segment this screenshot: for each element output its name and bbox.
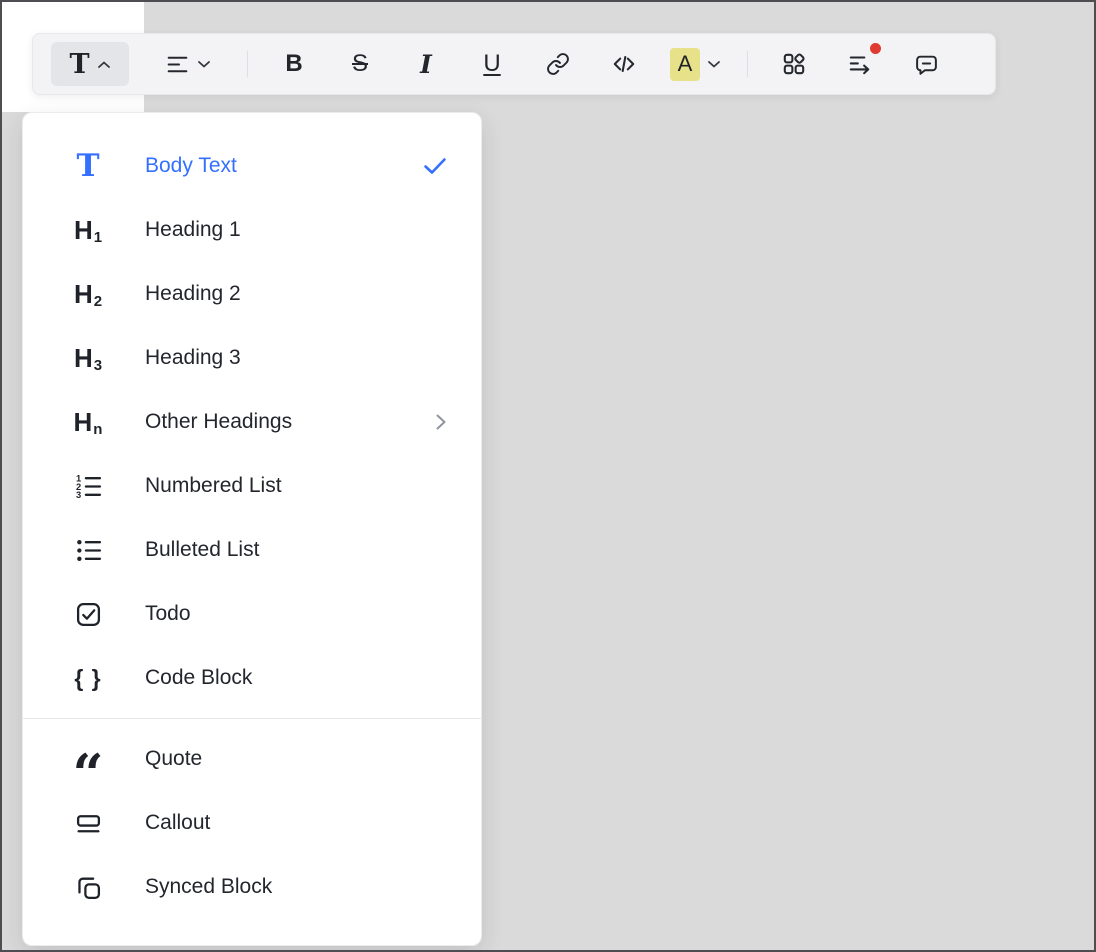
menu-item-bulleted-list[interactable]: Bulleted List [23,518,481,582]
heading-n-icon: Hn [67,401,109,443]
highlight-a-icon: A [670,48,700,81]
link-button[interactable] [538,42,578,86]
underline-button[interactable]: U [472,42,512,86]
menu-item-code-block[interactable]: { } Code Block [23,646,481,710]
menu-item-label: Code Block [145,666,252,690]
numbered-list-icon: 1 2 3 [67,465,109,507]
synced-block-icon [67,866,109,908]
editor-screen: T B S I U [0,0,1096,952]
text-style-menu: T Body Text H1 Heading 1 H2 Heading 2 H3… [22,112,482,946]
callout-icon [67,802,109,844]
menu-item-other-headings[interactable]: Hn Other Headings [23,390,481,454]
menu-item-label: Other Headings [145,410,292,434]
menu-item-label: Body Text [145,154,237,178]
menu-item-label: Heading 1 [145,218,241,242]
menu-divider [23,718,481,719]
code-icon [611,51,637,77]
svg-text:3: 3 [76,490,81,500]
text-style-t-icon: T [69,51,89,78]
quote-icon: “ [67,738,109,780]
heading-2-icon: H2 [67,273,109,315]
menu-item-label: Heading 2 [145,282,241,306]
body-text-icon: T [67,145,109,187]
notification-dot [870,43,881,54]
toolbar-divider [247,51,248,77]
align-left-icon [165,52,190,77]
toolbar-divider [747,51,748,77]
menu-item-quote[interactable]: “ Quote [23,727,481,791]
chevron-up-icon [97,60,111,69]
menu-item-label: Synced Block [145,875,272,899]
heading-3-icon: H3 [67,337,109,379]
text-style-button[interactable]: T [51,42,129,86]
todo-checkbox-icon [67,593,109,635]
italic-icon: I [420,52,432,77]
comment-button[interactable] [906,42,946,86]
grid-blocks-icon [781,51,807,77]
menu-item-todo[interactable]: Todo [23,582,481,646]
menu-item-label: Heading 3 [145,346,241,370]
chevron-down-icon [197,60,211,69]
chevron-right-icon [435,413,447,431]
bulleted-list-icon [67,529,109,571]
code-block-icon: { } [67,657,109,699]
blocks-button[interactable] [774,42,814,86]
link-icon [546,52,570,76]
strikethrough-button[interactable]: S [340,42,380,86]
heading-1-icon: H1 [67,209,109,251]
underline-icon: U [483,52,500,76]
menu-item-body-text[interactable]: T Body Text [23,134,481,198]
menu-item-heading-3[interactable]: H3 Heading 3 [23,326,481,390]
strikethrough-icon: S [352,52,368,76]
menu-item-label: Quote [145,747,202,771]
comment-bubble-icon [914,52,939,77]
check-icon [423,157,447,175]
menu-item-synced-block[interactable]: Synced Block [23,855,481,919]
menu-item-heading-2[interactable]: H2 Heading 2 [23,262,481,326]
menu-item-numbered-list[interactable]: 1 2 3 Numbered List [23,454,481,518]
bold-icon: B [285,52,302,76]
formatting-toolbar: T B S I U [32,33,996,95]
highlight-color-button[interactable]: A [670,42,721,86]
menu-item-label: Callout [145,811,210,835]
menu-item-label: Numbered List [145,474,282,498]
italic-button[interactable]: I [406,42,446,86]
chevron-down-icon [707,60,721,69]
bold-button[interactable]: B [274,42,314,86]
menu-item-label: Bulleted List [145,538,259,562]
inline-code-button[interactable] [604,42,644,86]
menu-item-heading-1[interactable]: H1 Heading 1 [23,198,481,262]
alignment-button[interactable] [155,42,221,86]
continue-writing-button[interactable] [840,42,880,86]
lines-arrow-icon [847,51,873,77]
menu-item-label: Todo [145,602,191,626]
